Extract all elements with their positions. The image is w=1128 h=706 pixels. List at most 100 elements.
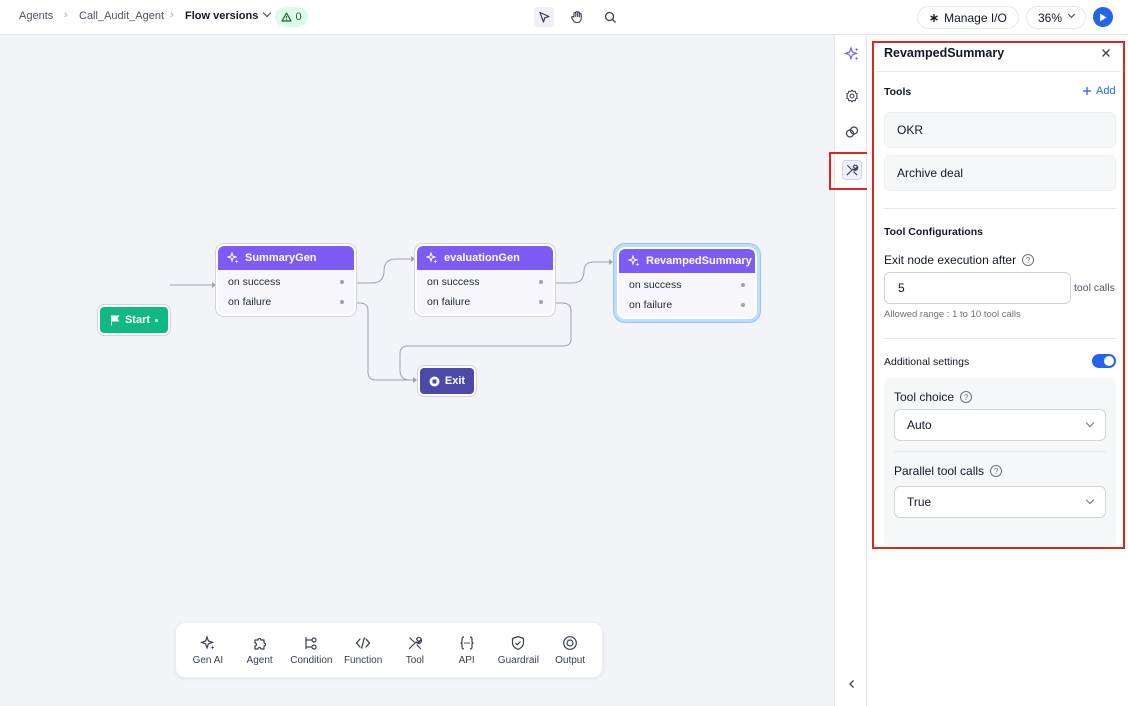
braces-icon (460, 635, 474, 650)
sparkle-icon (426, 252, 438, 264)
breadcrumb-agent[interactable]: Call_Audit_Agent (79, 10, 164, 22)
node-summarygen[interactable]: SummaryGen on success on failure (216, 244, 356, 316)
exit-after-text: Exit node execution after (884, 253, 1017, 267)
pan-tool-button[interactable] (567, 7, 587, 27)
sparkle-icon (628, 255, 640, 267)
additional-settings-toggle[interactable] (1092, 354, 1116, 368)
asterisk-icon (930, 13, 938, 22)
output-label: on success (228, 276, 281, 288)
node-title: evaluationGen (444, 252, 520, 264)
collapse-panel-button[interactable] (845, 677, 859, 691)
manage-io-button[interactable]: Manage I/O (917, 6, 1019, 29)
chevron-down-icon (1085, 418, 1095, 428)
start-node[interactable]: Start (98, 305, 170, 335)
palette-gen-ai[interactable]: Gen AI (183, 634, 233, 666)
output-on-failure[interactable]: on failure (218, 292, 354, 312)
tool-choice-select[interactable]: Auto (894, 409, 1106, 441)
palette-label: Guardrail (497, 654, 539, 666)
close-panel-button[interactable] (1099, 46, 1113, 60)
help-icon[interactable]: ? (990, 465, 1003, 477)
node-outputs: on success on failure (619, 273, 755, 317)
arrow-head (413, 377, 417, 383)
arrow-head (609, 259, 613, 265)
target-icon (563, 635, 578, 650)
output-port[interactable] (539, 300, 543, 304)
rail-settings-button[interactable] (842, 86, 862, 106)
tools-heading: Tools (884, 86, 912, 98)
output-label: on success (629, 279, 682, 291)
tool-config-heading: Tool Configurations (884, 226, 983, 238)
output-on-success[interactable]: on success (619, 275, 755, 295)
chevron-down-icon (263, 8, 272, 18)
add-tool-button[interactable]: Add (1082, 85, 1116, 97)
palette-label: Output (555, 654, 586, 666)
tools-rail-highlight (829, 152, 869, 190)
flag-icon (110, 315, 120, 325)
search-icon (604, 11, 616, 23)
palette-guardrail[interactable]: Guardrail (493, 635, 543, 666)
tool-item[interactable]: OKR (884, 112, 1116, 148)
edge-evaluationgen-revampedsummary (553, 261, 610, 284)
breadcrumb-agents[interactable]: Agents (19, 10, 53, 22)
parallel-label: Parallel tool calls ? (894, 464, 1003, 478)
zoom-select[interactable]: 36% (1026, 6, 1086, 29)
palette-api[interactable]: API (442, 635, 492, 666)
top-bar: Agents › Call_Audit_Agent › Flow version… (0, 0, 1128, 35)
node-header: SummaryGen (218, 246, 354, 270)
output-port[interactable] (539, 280, 543, 284)
help-icon[interactable]: ? (1022, 254, 1035, 266)
palette-agent[interactable]: Agent (235, 635, 285, 666)
panel-rail (834, 35, 867, 706)
output-on-failure[interactable]: on failure (417, 292, 553, 312)
flow-canvas[interactable]: Start SummaryGen on success on failure e… (0, 35, 834, 706)
warning-badge[interactable]: 0 (275, 7, 308, 27)
output-port[interactable] (340, 300, 344, 304)
exit-after-hint: Allowed range : 1 to 10 tool calls (884, 309, 1021, 320)
wrench-icon (408, 636, 423, 649)
output-on-failure[interactable]: on failure (619, 295, 755, 315)
node-outputs: on success on failure (417, 270, 553, 314)
exit-after-suffix: tool calls (1074, 282, 1115, 294)
search-button[interactable] (600, 7, 620, 27)
palette-tool[interactable]: Tool (390, 635, 440, 666)
edge-summarygen-evaluationgen (354, 258, 412, 284)
output-port[interactable] (741, 303, 745, 307)
additional-settings-heading: Additional settings (884, 356, 970, 368)
output-port[interactable] (340, 280, 344, 284)
add-label: Add (1096, 85, 1116, 97)
breadcrumb-flow-versions[interactable]: Flow versions (185, 8, 272, 22)
palette-label: API (458, 654, 475, 666)
output-on-success[interactable]: on success (417, 272, 553, 292)
rail-ai-button[interactable] (842, 44, 862, 64)
output-port[interactable] (741, 283, 745, 287)
parallel-value: True (907, 495, 932, 509)
node-outputs: on success on failure (218, 270, 354, 314)
run-button[interactable] (1093, 7, 1113, 27)
toggle-knob (1104, 356, 1114, 366)
stop-icon (429, 376, 440, 386)
palette-condition[interactable]: Condition (286, 635, 336, 666)
output-on-success[interactable]: on success (218, 272, 354, 292)
parallel-tool-calls-select[interactable]: True (894, 486, 1106, 518)
sparkle-icon (227, 252, 239, 264)
tool-item[interactable]: Archive deal (884, 155, 1116, 191)
palette-label: Tool (405, 654, 425, 666)
node-evaluationgen[interactable]: evaluationGen on success on failure (415, 244, 555, 316)
node-header: RevampedSummary (619, 249, 755, 273)
exit-label: Exit (444, 375, 466, 387)
palette-output[interactable]: Output (545, 635, 595, 666)
start-output-port[interactable] (155, 318, 159, 322)
rail-connections-button[interactable] (842, 122, 862, 142)
tool-choice-label: Tool choice ? (894, 390, 973, 404)
hand-icon (571, 11, 582, 24)
sparkle-icon (199, 634, 215, 650)
exit-node[interactable]: Exit (418, 366, 476, 396)
output-label: on failure (629, 299, 673, 311)
help-icon[interactable]: ? (960, 391, 973, 403)
select-tool-button[interactable] (534, 7, 554, 27)
shield-icon (512, 635, 525, 650)
output-label: on success (427, 276, 480, 288)
exit-after-input[interactable] (884, 272, 1071, 304)
node-revampedsummary[interactable]: RevampedSummary on success on failure (617, 247, 757, 319)
palette-function[interactable]: Function (338, 635, 388, 666)
